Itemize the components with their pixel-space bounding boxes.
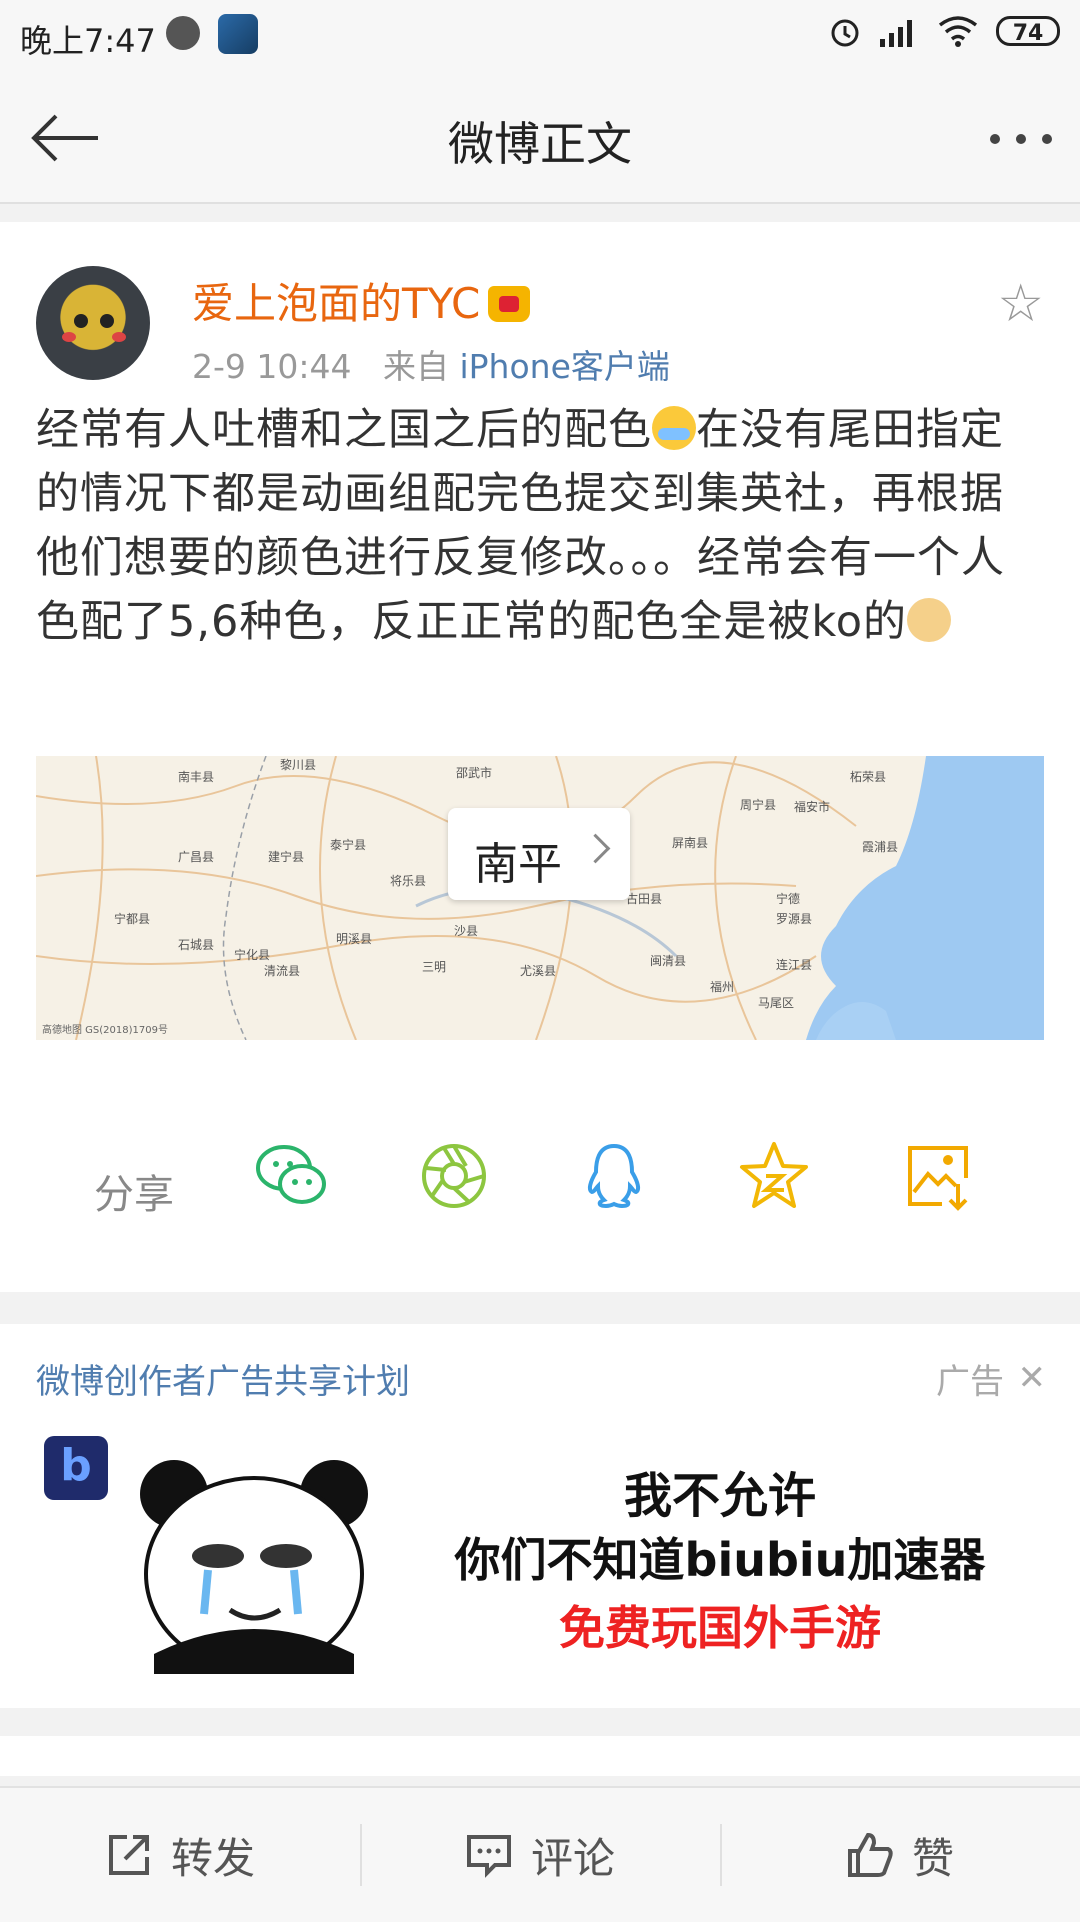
comment-label: 评论 [530,1833,615,1883]
wechat-icon[interactable] [254,1138,330,1214]
ad-headline: 我不允许 [623,1468,816,1524]
map-label: 罗源县 [776,912,813,926]
close-icon[interactable]: ✕ [1018,1358,1047,1398]
biubiu-logo-icon [44,1436,108,1500]
map-label: 将乐县 [390,874,427,888]
map-label: 三明 [422,960,447,974]
post-time: 2-9 10:44 [192,347,352,386]
map-label: 石城县 [178,938,215,952]
map-label: 连江县 [776,958,813,972]
map-label: 福安市 [794,800,831,814]
map-label: 宁都县 [114,912,151,926]
alarm-icon [831,19,859,47]
post-text: 经常有人吐槽和之国之后的配色 在没有尾田指定的情况下都是动画组配完色提交到集英社，… [36,398,1046,654]
comment-button[interactable]: 评论 [360,1788,720,1922]
baby-emoji-icon [907,598,952,642]
avatar[interactable] [36,266,150,380]
ad-subheadline: 你们不知道biubiu加速器 [454,1533,986,1587]
save-image-icon[interactable] [900,1138,976,1214]
panda-meme-image [140,1460,368,1674]
post-meta: 2-9 10:44 来自 iPhone客户端 [192,340,670,388]
ad-tag: 广告 [936,1362,1004,1402]
repost-label: 转发 [170,1833,255,1883]
map-label: 屏南县 [672,836,709,850]
post-source[interactable]: iPhone客户端 [459,347,669,386]
status-right: 74 [828,14,1060,48]
status-time: 晚上7:47 [20,22,156,60]
map-label: 黎川县 [280,758,317,772]
battery-indicator: 74 [996,16,1060,46]
map-label: 泰宁县 [330,838,367,852]
map-label: 霞浦县 [862,840,899,854]
map-label: 广昌县 [178,850,215,864]
map-label: 沙县 [454,924,479,938]
map-label: 马尾区 [758,996,795,1010]
map-location-pin[interactable]: 南平 [448,808,630,900]
top-nav: 微博正文 [0,72,1080,204]
author-name[interactable]: 爱上泡面的TYC [192,279,480,328]
game-app-icon [218,14,258,54]
post-card: 爱上泡面的TYC 2-9 10:44 来自 iPhone客户端 ☆ 经常有人吐槽… [0,222,1080,1292]
crying-emoji-icon [652,406,696,450]
repost-icon [108,1835,149,1875]
more-options-icon[interactable] [990,134,1052,144]
map-location-label: 南平 [474,839,562,890]
comment-icon [466,1835,511,1878]
comment-tabs-peek [0,1736,1080,1776]
wifi-icon [938,16,978,47]
map-label: 宁德 [776,892,801,906]
map-credit: 高德地图 GS(2018)1709号 [42,1025,168,1036]
share-bar: 分享 [0,1122,1080,1242]
thumbs-up-icon [847,1832,893,1877]
bottom-action-bar: 转发 评论 赞 [0,1786,1080,1922]
map-label: 周宁县 [740,798,777,812]
map-label: 闽清县 [650,954,687,968]
qq-icon[interactable] [576,1138,652,1214]
post-author[interactable]: 爱上泡面的TYC [192,270,531,331]
moments-icon[interactable] [416,1138,492,1214]
ad-tagline: 免费玩国外手游 [559,1601,881,1655]
map-label: 柘荣县 [850,770,887,784]
map-label: 尤溪县 [520,964,557,978]
qzone-star-icon[interactable] [736,1138,812,1214]
ad-title[interactable]: 微博创作者广告共享计划 [36,1354,410,1403]
map-label: 宁化县 [234,948,271,962]
map-label: 南丰县 [178,770,215,784]
map-label: 明溪县 [336,932,373,946]
post-text-part1: 经常有人吐槽和之国之后的配色 [36,405,652,455]
map-label: 建宁县 [268,850,305,864]
page-title: 微博正文 [448,117,632,171]
globe-icon [166,16,200,50]
map-label: 邵武市 [456,766,493,780]
map-label: 古田县 [626,892,663,906]
ad-card[interactable]: 微博创作者广告共享计划 广告 ✕ 我不允许 你们不知道biubiu加速器 免费玩… [0,1324,1080,1708]
map-label: 福州 [710,980,735,994]
signal-icon [880,20,912,47]
crown-icon [488,286,531,322]
location-map[interactable]: 南丰县 黎川县 邵武市 周宁县 柘荣县 广昌县 泰宁县 建宁县 将乐县 屏南县 … [36,756,1044,1040]
status-bar: 晚上7:47 74 [0,0,1080,72]
like-button[interactable]: 赞 [720,1788,1080,1922]
share-label: 分享 [94,1172,174,1218]
chevron-right-icon [580,833,611,864]
star-icon[interactable]: ☆ [997,278,1044,330]
source-prefix: 来自 [382,347,449,386]
map-label: 清流县 [264,964,301,978]
repost-button[interactable]: 转发 [0,1788,360,1922]
like-label: 赞 [911,1833,954,1883]
